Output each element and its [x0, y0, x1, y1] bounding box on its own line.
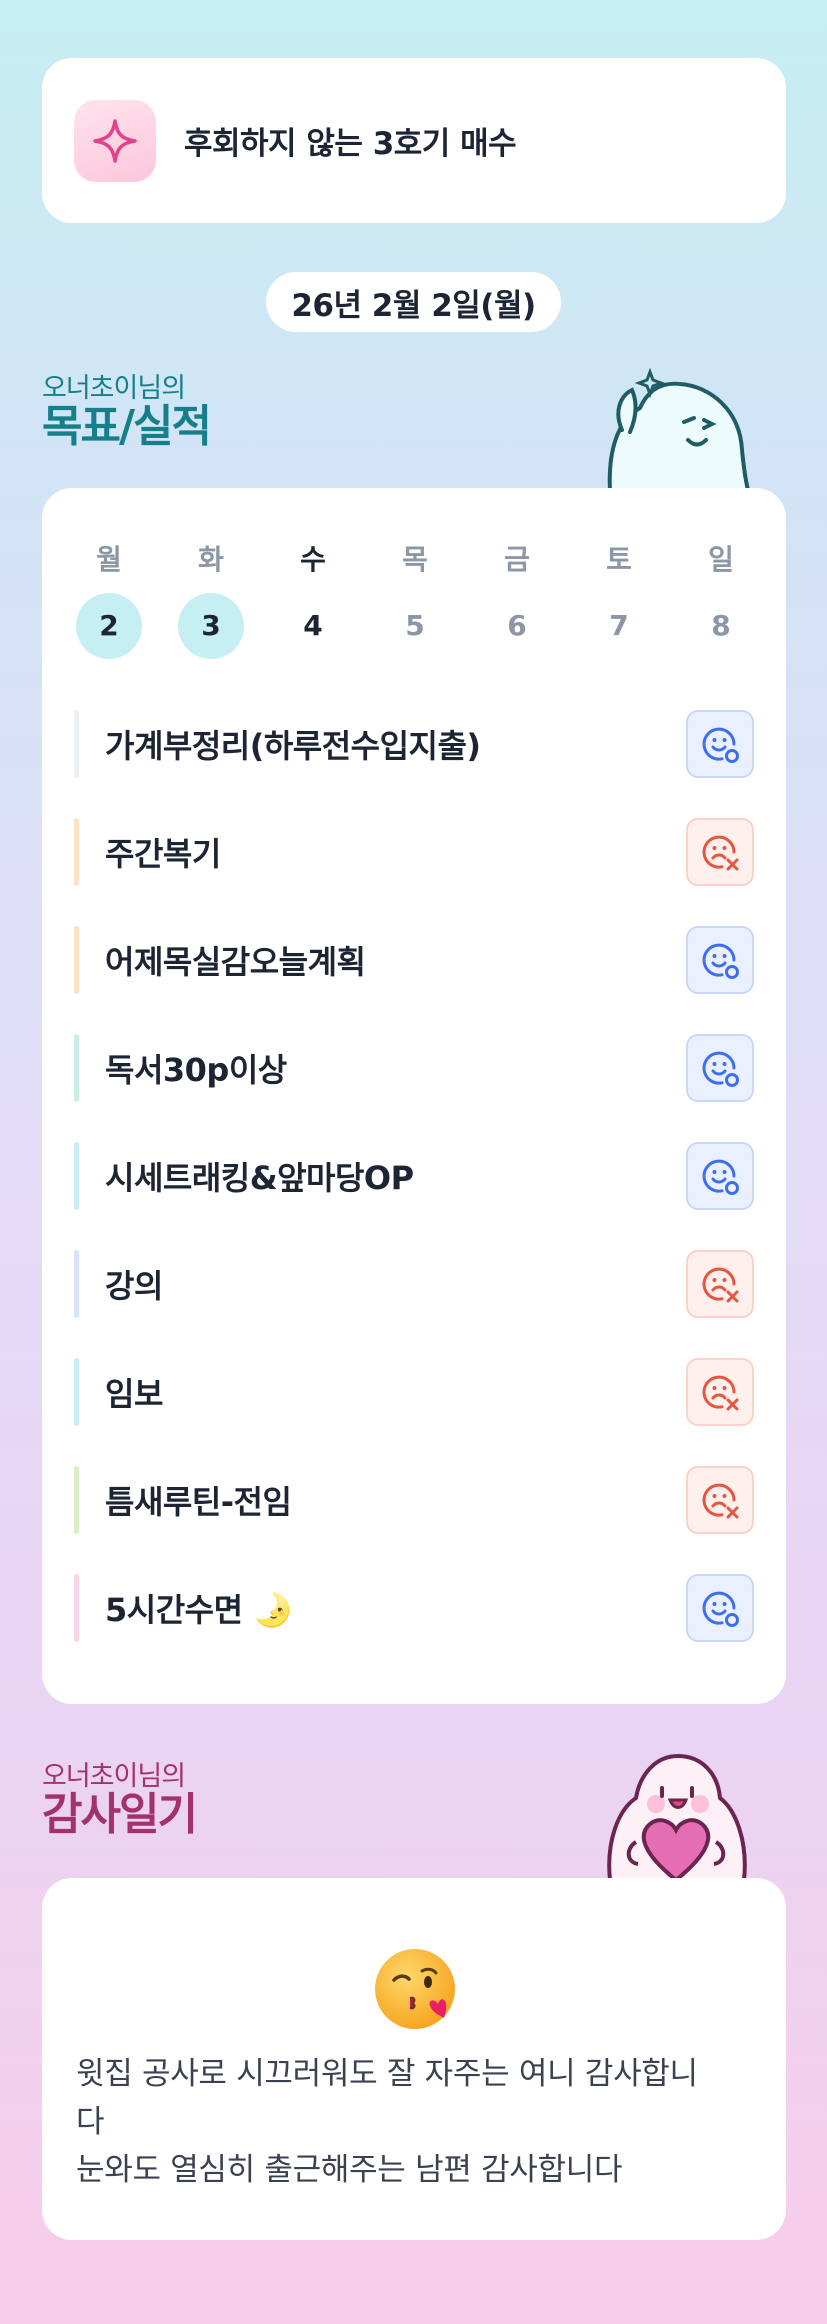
day-name: 금: [504, 543, 530, 576]
goal-color-bar: [74, 1466, 79, 1534]
kissing-wink-emoji: [372, 1946, 458, 2032]
day-thu[interactable]: 목 5: [380, 540, 450, 659]
goal-row[interactable]: 임보: [74, 1358, 754, 1426]
goal-color-bar: [74, 1034, 79, 1102]
success-status-icon[interactable]: [686, 1034, 754, 1102]
day-number: 7: [609, 609, 629, 642]
goal-row[interactable]: 독서30p이상: [74, 1034, 754, 1102]
goal-row[interactable]: 강의: [74, 1250, 754, 1318]
day-number: 6: [507, 609, 527, 642]
goal-label: 독서30p이상: [105, 1051, 287, 1089]
day-name: 토: [606, 543, 632, 576]
day-number: 5: [405, 609, 425, 642]
thanks-owner-label: 오너초이님의: [42, 1761, 186, 1792]
goal-label: 임보: [105, 1375, 163, 1413]
thanks-section-title: 감사일기: [42, 1789, 198, 1840]
day-number: 4: [303, 609, 323, 642]
day-sun[interactable]: 일 8: [686, 540, 756, 659]
fail-status-icon[interactable]: [686, 1466, 754, 1534]
goal-label: 어제목실감오늘계획: [105, 943, 366, 981]
day-name: 화: [198, 543, 224, 576]
goal-color-bar: [74, 818, 79, 886]
fail-status-icon[interactable]: [686, 818, 754, 886]
goal-row[interactable]: 틈새루틴-전임: [74, 1466, 754, 1534]
goal-row[interactable]: 어제목실감오늘계획: [74, 926, 754, 994]
mascot-heart-illustration: [596, 1752, 756, 1884]
goal-owner-label: 오너초이님의: [42, 373, 186, 404]
goal-row[interactable]: 5시간수면 🌛: [74, 1574, 754, 1642]
day-mon[interactable]: 월 2: [74, 540, 144, 659]
day-name: 수: [300, 543, 326, 576]
goal-section-heading: 오너초이님의 목표/실적: [42, 373, 212, 452]
date-label[interactable]: 26년 2월 2일(월): [266, 272, 561, 332]
goal-section-title: 목표/실적: [42, 401, 212, 452]
goal-row[interactable]: 가계부정리(하루전수입지출): [74, 710, 754, 778]
success-status-icon[interactable]: [686, 1574, 754, 1642]
day-tue[interactable]: 화 3: [176, 540, 246, 659]
day-number: 3: [178, 593, 244, 659]
day-name: 월: [96, 543, 122, 576]
fail-status-icon[interactable]: [686, 1358, 754, 1426]
thanks-section-heading: 오너초이님의 감사일기: [42, 1761, 198, 1840]
success-status-icon[interactable]: [686, 1142, 754, 1210]
day-number: 2: [76, 593, 142, 659]
goal-color-bar: [74, 1142, 79, 1210]
day-number: 8: [711, 609, 731, 642]
day-sat[interactable]: 토 7: [584, 540, 654, 659]
goal-color-bar: [74, 1250, 79, 1318]
day-name: 일: [708, 543, 734, 576]
goal-color-bar: [74, 926, 79, 994]
goal-row[interactable]: 시세트래킹&앞마당OP: [74, 1142, 754, 1210]
goal-color-bar: [74, 1358, 79, 1426]
motto-card[interactable]: 후회하지 않는 3호기 매수: [42, 58, 786, 223]
fail-status-icon[interactable]: [686, 1250, 754, 1318]
goal-label: 5시간수면 🌛: [105, 1591, 293, 1629]
motto-text: 후회하지 않는 3호기 매수: [184, 126, 517, 162]
goal-label: 주간복기: [105, 835, 221, 873]
goal-label: 시세트래킹&앞마당OP: [105, 1159, 414, 1197]
thanks-text: 윗집 공사로 시끄러워도 잘 자주는 여니 감사합니 다 눈와도 열심히 출근해…: [76, 2056, 698, 2188]
goals-card: 월 2 화 3 수 4 목 5 금 6 토 7 일 8 가계부정리(하루전수입지…: [42, 488, 786, 1704]
goal-row[interactable]: 주간복기: [74, 818, 754, 886]
day-fri[interactable]: 금 6: [482, 540, 552, 659]
goal-color-bar: [74, 710, 79, 778]
thanks-card[interactable]: 윗집 공사로 시끄러워도 잘 자주는 여니 감사합니 다 눈와도 열심히 출근해…: [42, 1878, 786, 2240]
goal-label: 강의: [105, 1267, 163, 1305]
day-name: 목: [402, 543, 428, 576]
goal-label: 틈새루틴-전임: [105, 1483, 292, 1521]
success-status-icon[interactable]: [686, 710, 754, 778]
goal-label: 가계부정리(하루전수입지출): [105, 727, 481, 765]
success-status-icon[interactable]: [686, 926, 754, 994]
sparkle-icon: [74, 99, 156, 182]
goal-color-bar: [74, 1574, 79, 1642]
mascot-waving-illustration: [600, 360, 751, 494]
day-wed[interactable]: 수 4: [278, 540, 348, 659]
